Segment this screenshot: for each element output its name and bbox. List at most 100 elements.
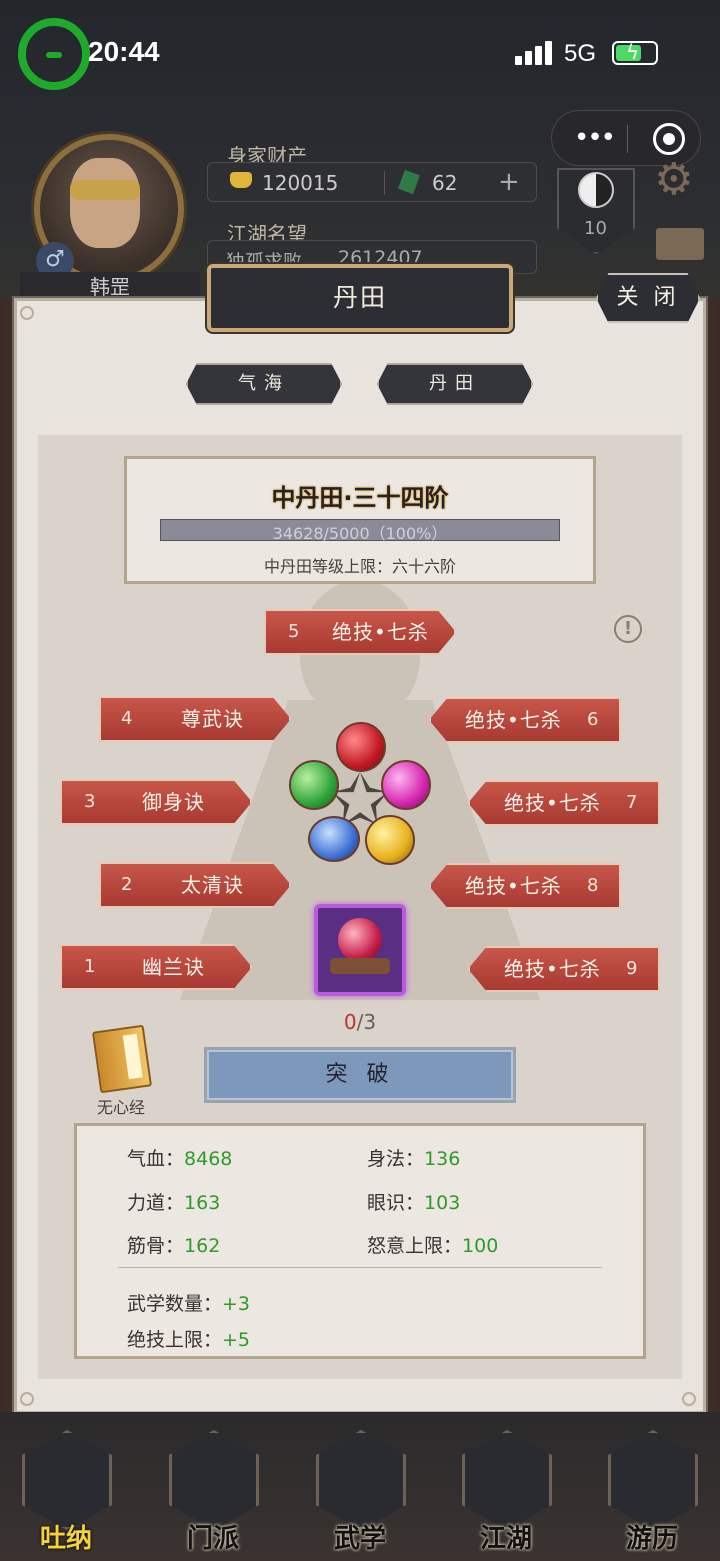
nav-tuna[interactable]: 吐纳 xyxy=(16,1430,116,1554)
add-currency-button[interactable]: + xyxy=(498,167,520,197)
pill-icon xyxy=(338,918,382,962)
nav-label: 吐纳 xyxy=(39,1524,92,1554)
yinyang-icon xyxy=(578,172,614,208)
skill-slot-2[interactable]: 2 太清诀 xyxy=(99,862,291,908)
stat-value: 163 xyxy=(184,1192,221,1214)
corner-ornament xyxy=(20,306,34,320)
stat-label: 身法： xyxy=(367,1148,425,1170)
green-gem-icon[interactable] xyxy=(289,760,339,810)
panel-title-plate: 丹田 xyxy=(207,264,513,332)
skill-slot-8[interactable]: 绝技•七杀 8 xyxy=(429,863,621,909)
yellow-gem-icon[interactable] xyxy=(365,815,415,865)
battery-icon: ϟ xyxy=(612,40,658,65)
status-bar: 20:44 5G ϟ xyxy=(0,0,720,100)
stat-label: 眼识： xyxy=(367,1192,425,1214)
nav-wuxue[interactable]: 武学 xyxy=(310,1430,410,1554)
status-time: 20:44 xyxy=(88,36,160,67)
stat-value: +5 xyxy=(222,1329,251,1351)
skill-slot-3[interactable]: 3 御身诀 xyxy=(60,779,252,825)
skill-slot-7[interactable]: 绝技•七杀 7 xyxy=(468,780,660,826)
stat-value: 136 xyxy=(424,1148,461,1170)
red-gem-icon[interactable] xyxy=(336,722,386,772)
nav-label: 武学 xyxy=(333,1524,386,1554)
nav-menpai[interactable]: 门派 xyxy=(163,1430,263,1554)
manual-book-label: 无心经 xyxy=(96,1098,145,1117)
skill-slot-name: 幽兰诀 xyxy=(142,955,205,979)
jade-icon xyxy=(398,169,420,195)
nav-label: 门派 xyxy=(186,1524,239,1554)
corner-ornament xyxy=(682,1392,696,1406)
more-icon[interactable]: ••• xyxy=(574,123,616,153)
skill-slot-name: 太清诀 xyxy=(181,873,244,897)
pill-count-current: 0 xyxy=(343,1010,357,1034)
stat-label: 怒意上限： xyxy=(367,1235,463,1257)
pill-count-total: /3 xyxy=(356,1010,377,1034)
skill-slot-number: 7 xyxy=(626,792,638,813)
stage-limit: 中丹田等级上限：六十六阶 xyxy=(263,557,456,576)
exit-miniprogram-icon[interactable] xyxy=(653,123,685,155)
skill-slot-4[interactable]: 4 尊武诀 xyxy=(99,696,291,742)
stat-value: 100 xyxy=(462,1235,499,1257)
skill-slot-number: 2 xyxy=(121,874,133,895)
stat-insight: 眼识：103 xyxy=(367,1188,460,1215)
signal-icon xyxy=(515,41,553,65)
tab-dantian[interactable]: 丹田 xyxy=(377,363,533,405)
stat-martial-count: 武学数量：+3 xyxy=(127,1289,250,1316)
stage-title: 中丹田·三十四阶 xyxy=(271,484,449,512)
skill-slot-name: 绝技•七杀 xyxy=(465,874,562,898)
stat-value: 162 xyxy=(184,1235,221,1257)
skill-slot-name: 御身诀 xyxy=(142,790,205,814)
manual-book-icon[interactable] xyxy=(91,1024,153,1094)
stat-agility: 身法：136 xyxy=(367,1144,460,1171)
jianghu-icon xyxy=(462,1430,552,1530)
meditate-icon xyxy=(22,1430,112,1530)
skill-slot-name: 绝技•七杀 xyxy=(504,957,601,981)
skill-slot-6[interactable]: 绝技•七杀 6 xyxy=(429,697,621,743)
stats-divider xyxy=(118,1267,602,1268)
skill-slot-number: 5 xyxy=(288,621,300,642)
taiji-level: 10 xyxy=(584,218,607,239)
gold-amount: 120015 xyxy=(262,171,339,195)
skill-slot-9[interactable]: 绝技•七杀 9 xyxy=(468,946,660,992)
stat-value: 103 xyxy=(424,1192,461,1214)
skill-slot-number: 4 xyxy=(121,708,133,729)
skill-slot-5[interactable]: 5 绝技•七杀 xyxy=(264,609,456,655)
gold-ingot-icon xyxy=(230,172,252,188)
gear-icon[interactable]: ⚙ xyxy=(654,154,693,205)
stat-value: +3 xyxy=(222,1293,251,1315)
martial-arts-icon xyxy=(316,1430,406,1530)
chat-bubble-icon[interactable] xyxy=(18,18,90,90)
skill-slot-number: 1 xyxy=(84,956,96,977)
progress-text: 34628/5000（100%） xyxy=(272,524,448,543)
mail-icon[interactable] xyxy=(656,228,704,260)
stat-skill-limit: 绝技上限：+5 xyxy=(127,1325,250,1352)
skill-slot-name: 绝技•七杀 xyxy=(332,620,429,644)
blue-gem-icon[interactable] xyxy=(308,816,360,862)
skill-slot-number: 6 xyxy=(587,709,599,730)
pink-gem-icon[interactable] xyxy=(381,760,431,810)
nav-label: 江湖 xyxy=(479,1524,532,1554)
network-type: 5G xyxy=(564,40,597,67)
nav-youli[interactable]: 游历 xyxy=(602,1430,702,1554)
stat-label: 气血： xyxy=(127,1148,185,1170)
close-button[interactable]: 关 闭 xyxy=(596,273,700,323)
stat-bone: 筋骨：162 xyxy=(127,1231,220,1258)
skill-slot-name: 尊武诀 xyxy=(181,707,244,731)
horse-icon xyxy=(608,1430,698,1530)
info-icon[interactable]: ! xyxy=(614,615,642,643)
skill-slot-number: 9 xyxy=(626,958,638,979)
nav-jianghu[interactable]: 江湖 xyxy=(456,1430,556,1554)
wealth-bar: 120015 62 + xyxy=(207,162,537,202)
tab-qihai[interactable]: 气海 xyxy=(186,363,342,405)
stat-strength: 力道：163 xyxy=(127,1188,220,1215)
skill-slot-number: 3 xyxy=(84,791,96,812)
skill-slot-name: 绝技•七杀 xyxy=(465,708,562,732)
skill-slot-number: 8 xyxy=(587,875,599,896)
jade-amount: 62 xyxy=(432,171,458,195)
breakthrough-button[interactable]: 突 破 xyxy=(204,1047,516,1103)
stat-label: 武学数量： xyxy=(127,1293,223,1315)
nav-label: 游历 xyxy=(625,1524,678,1554)
sect-icon xyxy=(169,1430,259,1530)
skill-slot-name: 绝技•七杀 xyxy=(504,791,601,815)
skill-slot-1[interactable]: 1 幽兰诀 xyxy=(60,944,252,990)
